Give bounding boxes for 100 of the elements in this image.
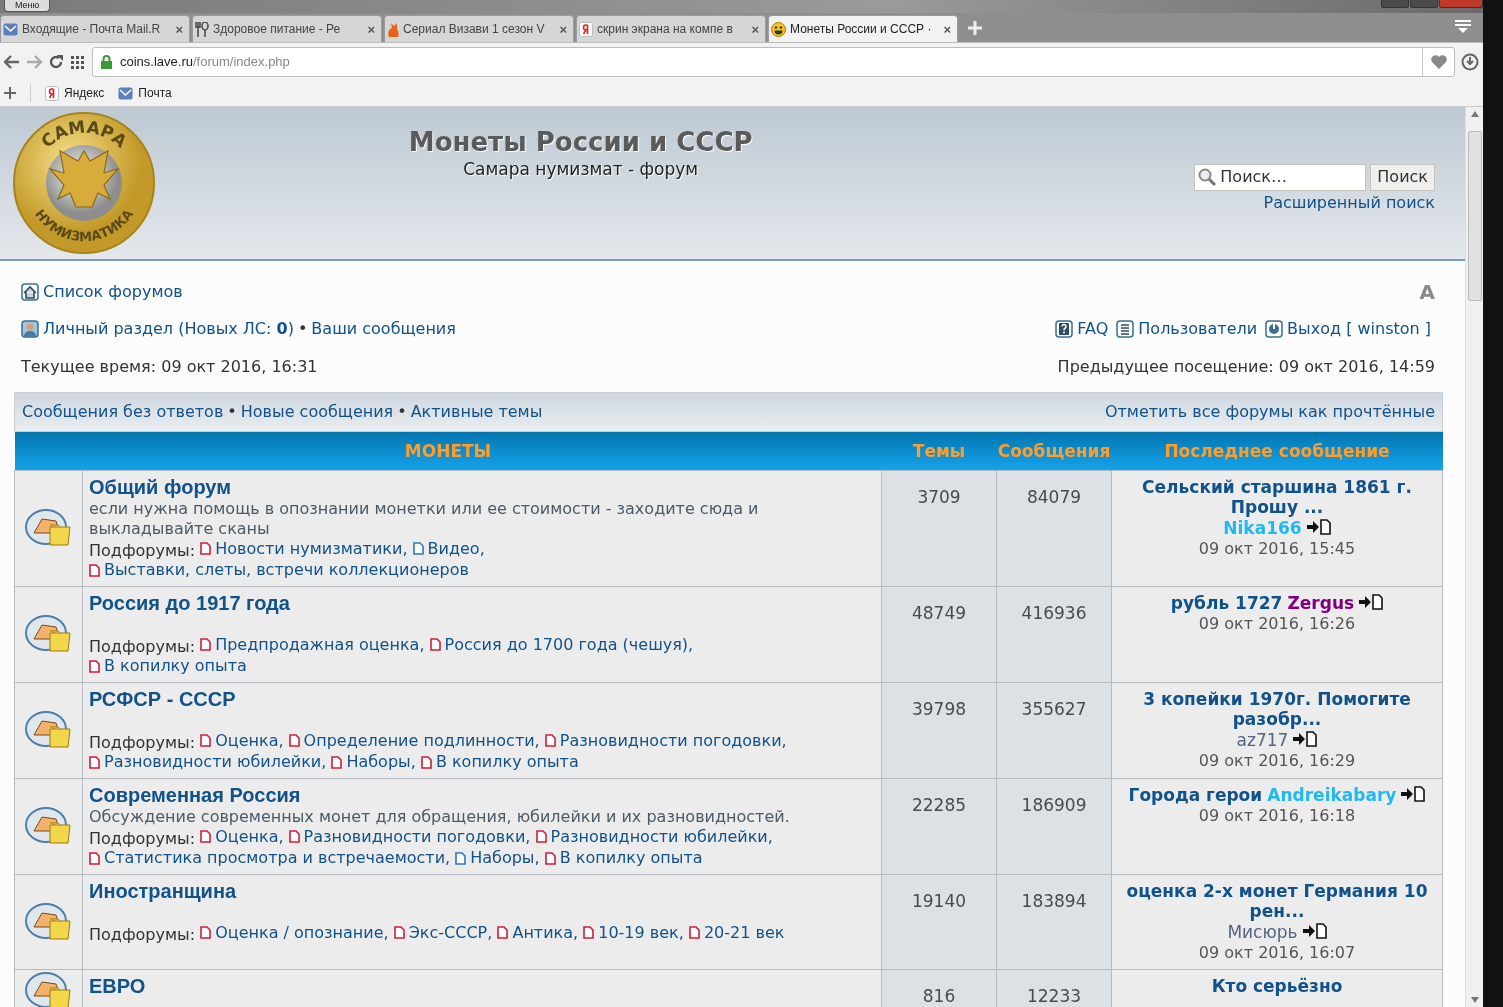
- scroll-down-icon[interactable]: [1470, 997, 1479, 1003]
- subforum-link[interactable]: Разновидности погодовки,: [544, 730, 787, 751]
- unread-subforum-icon: [200, 734, 212, 747]
- topic-count: 19140: [911, 890, 967, 911]
- subforum-link[interactable]: Оценка,: [200, 826, 284, 847]
- unread-subforum-icon: [331, 755, 343, 769]
- author-link[interactable]: Мисюрь: [1227, 921, 1298, 942]
- subforum-link[interactable]: Определение подлинности,: [288, 730, 540, 751]
- subforum-link[interactable]: Статистика просмотра и встречаемости,: [89, 848, 451, 868]
- last-post-title-link[interactable]: Сельский старшина 1861 г. Прошу ...: [1122, 476, 1432, 517]
- go-to-post-icon[interactable]: [1306, 518, 1331, 535]
- subforum-link[interactable]: Разновидности юбилейки,: [89, 752, 327, 772]
- tab-close-button[interactable]: ×: [751, 21, 759, 37]
- list-icon: [1116, 320, 1135, 338]
- forum-title-link[interactable]: Общий форум: [89, 475, 231, 498]
- unread-subforum-icon: [89, 755, 100, 769]
- address-bar[interactable]: coins.lave.ru/forum/index.php: [92, 46, 1455, 77]
- subforum-link[interactable]: В копилку опыта: [544, 848, 703, 868]
- nav-link[interactable]: Пользователи: [1138, 317, 1258, 341]
- new-tab-icon[interactable]: [968, 21, 982, 35]
- subforum-link[interactable]: 20-21 век: [688, 922, 785, 943]
- mail-icon: [118, 86, 134, 100]
- last-post-title-link[interactable]: рубль 1727: [1170, 592, 1283, 613]
- forum-title-link[interactable]: ЕВРО: [89, 974, 146, 997]
- post-time: 09 окт 2016, 16:26: [1198, 613, 1356, 633]
- go-to-post-icon[interactable]: [1359, 593, 1384, 610]
- tab-close-button[interactable]: ×: [943, 21, 951, 37]
- subforum-link[interactable]: Экс-СССР,: [393, 922, 493, 943]
- search-button[interactable]: Поиск: [1370, 163, 1435, 191]
- browser-tab[interactable]: Здоровое питание - Ре ×: [192, 15, 382, 42]
- forum-title-link[interactable]: Современная Россия: [89, 783, 301, 806]
- unread-subforum-icon: [200, 926, 212, 939]
- subforum-link[interactable]: Антика,: [497, 922, 579, 943]
- author-link[interactable]: Zergus: [1287, 592, 1355, 613]
- subforum-link[interactable]: Выставки, слеты, встречи коллекционеров: [89, 560, 469, 580]
- unread-subforum-icon: [288, 734, 300, 747]
- forward-icon[interactable]: [26, 54, 42, 69]
- nav-link[interactable]: FAQ: [1077, 317, 1109, 341]
- forum-description: Обсуждение современных монет для обращения, юбилейки и их разновидностей.: [89, 806, 791, 827]
- advanced-search-link[interactable]: Расширенный поиск: [1263, 190, 1435, 215]
- apps-grid-icon[interactable]: [70, 54, 86, 69]
- bookmark-link[interactable]: Почта: [118, 86, 172, 100]
- search-field[interactable]: Поиск…: [1194, 163, 1367, 191]
- yandex-icon: [579, 21, 593, 37]
- last-post-title-link[interactable]: оценка 2-х монет Германия 10 рен...: [1122, 880, 1432, 921]
- subforum-icon: [455, 851, 467, 865]
- go-to-post-icon[interactable]: [1302, 922, 1327, 939]
- browser-tab[interactable]: Монеты России и СССР · ×: [768, 15, 958, 42]
- go-to-post-icon[interactable]: [1401, 785, 1426, 802]
- download-icon[interactable]: [1461, 52, 1479, 71]
- bookmark-link[interactable]: Яндекс: [45, 85, 105, 101]
- personal-section-link[interactable]: Личный раздел (Новых ЛС: 0): [43, 317, 294, 341]
- forum-index-link[interactable]: Список форумов: [21, 280, 183, 304]
- subforums-label: Подфорумы:: [89, 828, 196, 847]
- subforum-link[interactable]: В копилку опыта: [89, 656, 247, 676]
- browser-menu-icon[interactable]: [1455, 20, 1471, 34]
- unread-subforum-icon: [200, 830, 212, 843]
- tab-close-button[interactable]: ×: [367, 21, 375, 37]
- subforum-link[interactable]: Разновидности погодовки,: [288, 826, 531, 847]
- add-icon[interactable]: [4, 87, 16, 99]
- close-button[interactable]: [1439, 0, 1483, 8]
- last-post-title-link[interactable]: Города герои: [1128, 784, 1263, 805]
- browser-tab[interactable]: Входящие - Почта Mail.R ×: [0, 15, 190, 42]
- tab-close-button[interactable]: ×: [559, 21, 567, 37]
- subforum-link[interactable]: Разновидности юбилейки,: [535, 826, 773, 847]
- forum-title-link[interactable]: Иностранщина: [89, 879, 237, 902]
- last-post-title-link[interactable]: 3 копейки 1970г. Помогите разобр...: [1122, 688, 1432, 729]
- mark-all-read-link[interactable]: Отметить все форумы как прочтённые: [1104, 400, 1435, 424]
- heart-icon[interactable]: [1429, 53, 1448, 70]
- scroll-up-icon[interactable]: [1470, 111, 1479, 117]
- subforum-link[interactable]: Предпродажная оценка,: [200, 634, 425, 655]
- subforum-link[interactable]: Наборы,: [331, 752, 416, 772]
- quick-link[interactable]: Новые сообщения: [240, 400, 394, 424]
- subforum-link[interactable]: В копилку опыта: [420, 752, 579, 772]
- subforum-link[interactable]: Наборы,: [455, 848, 540, 868]
- browser-tab[interactable]: скрин экрана на компе в ×: [576, 15, 766, 42]
- subforum-link[interactable]: 10-19 век,: [583, 922, 684, 943]
- forum-title-link[interactable]: Россия до 1917 года: [89, 591, 290, 614]
- post-count: 416936: [1021, 602, 1087, 623]
- subforum-link[interactable]: Новости нумизматики,: [200, 538, 408, 559]
- tab-close-button[interactable]: ×: [175, 21, 183, 37]
- scrollbar-thumb[interactable]: [1467, 131, 1482, 301]
- nav-link[interactable]: Выход [ winston ]: [1287, 317, 1431, 341]
- go-to-post-icon[interactable]: [1293, 730, 1318, 747]
- forum-title-link[interactable]: РСФСР - СССР: [89, 687, 236, 710]
- menu-button[interactable]: Меню: [4, 0, 51, 12]
- scrollbar[interactable]: [1465, 107, 1483, 1007]
- post-count: 84079: [1026, 486, 1082, 507]
- own-posts-link[interactable]: Ваши сообщения: [311, 317, 456, 341]
- subforum-link[interactable]: Оценка / опознание,: [200, 922, 389, 943]
- reload-icon[interactable]: [48, 53, 64, 70]
- subforum-link[interactable]: Оценка,: [200, 730, 284, 751]
- quick-link[interactable]: Сообщения без ответов: [22, 400, 224, 424]
- subforum-link[interactable]: Видео,: [412, 538, 485, 559]
- author-link[interactable]: az717: [1236, 729, 1289, 750]
- quick-link[interactable]: Активные темы: [410, 400, 543, 424]
- browser-tab[interactable]: Сериал Визави 1 сезон V ×: [384, 15, 574, 42]
- subforums-label: Подфорумы:: [89, 540, 196, 559]
- subforum-link[interactable]: Россия до 1700 года (чешуя),: [429, 634, 694, 655]
- back-icon[interactable]: [4, 54, 20, 69]
